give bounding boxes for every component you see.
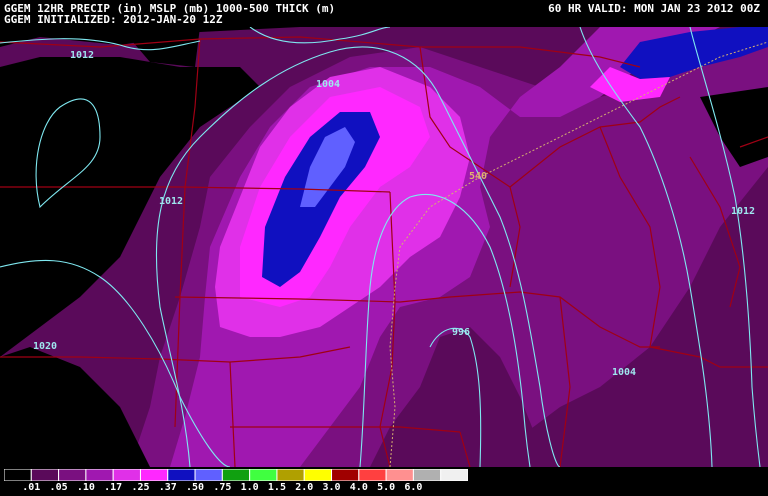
legend-swatch: [440, 469, 468, 481]
legend-swatch: [167, 469, 196, 481]
legend-swatch: [85, 469, 114, 481]
precip-legend-bar: [4, 469, 468, 481]
legend-swatch: [331, 469, 360, 481]
init-time: GGEM INITIALIZED: 2012-JAN-20 12Z: [4, 13, 223, 26]
isobar-label: 1012: [159, 196, 183, 207]
legend-swatch: [221, 469, 251, 481]
legend-swatch: [358, 469, 387, 481]
legend-tick-label: 6.0: [404, 482, 423, 493]
isobar-label: 996: [452, 327, 470, 338]
thickness-label: 540: [469, 171, 487, 182]
legend-tick-label: .75: [213, 482, 232, 493]
legend-swatch: [139, 469, 169, 481]
legend-tick-label: .37: [158, 482, 177, 493]
valid-time: 60 HR VALID: MON JAN 23 2012 00Z: [548, 2, 760, 15]
legend-swatch: [385, 469, 414, 481]
legend-swatch: [4, 469, 32, 481]
legend-tick-label: .25: [131, 482, 150, 493]
legend-tick-label: 2.0: [295, 482, 314, 493]
legend-swatch: [249, 469, 278, 481]
legend-swatch: [194, 469, 223, 481]
legend-tick-label: 1.0: [240, 482, 259, 493]
legend-swatch: [303, 469, 333, 481]
legend-tick-label: .01: [22, 482, 41, 493]
legend-swatch: [112, 469, 141, 481]
legend-tick-label: 1.5: [267, 482, 286, 493]
legend-swatch: [412, 469, 442, 481]
legend-swatch: [30, 469, 60, 481]
legend-swatch: [58, 469, 87, 481]
isobar-label: 1012: [731, 206, 755, 217]
legend-swatch: [276, 469, 305, 481]
legend-tick-label: 5.0: [377, 482, 396, 493]
precip-map: 1012 1004 1012 1020 996 1004 1012 540: [0, 27, 768, 467]
legend-tick-label: .50: [186, 482, 205, 493]
legend-tick-label: .05: [49, 482, 68, 493]
legend-tick-label: 4.0: [349, 482, 368, 493]
isobar-label: 1012: [70, 50, 94, 61]
isobar-label: 1004: [612, 367, 636, 378]
legend-tick-label: 3.0: [322, 482, 341, 493]
isobar-label: 1004: [316, 79, 340, 90]
legend-tick-label: .10: [76, 482, 95, 493]
isobar-label: 1020: [33, 341, 57, 352]
legend-tick-label: .17: [104, 482, 123, 493]
weather-map-screen: GGEM 12HR PRECIP (in) MSLP (mb) 1000-500…: [0, 0, 768, 496]
